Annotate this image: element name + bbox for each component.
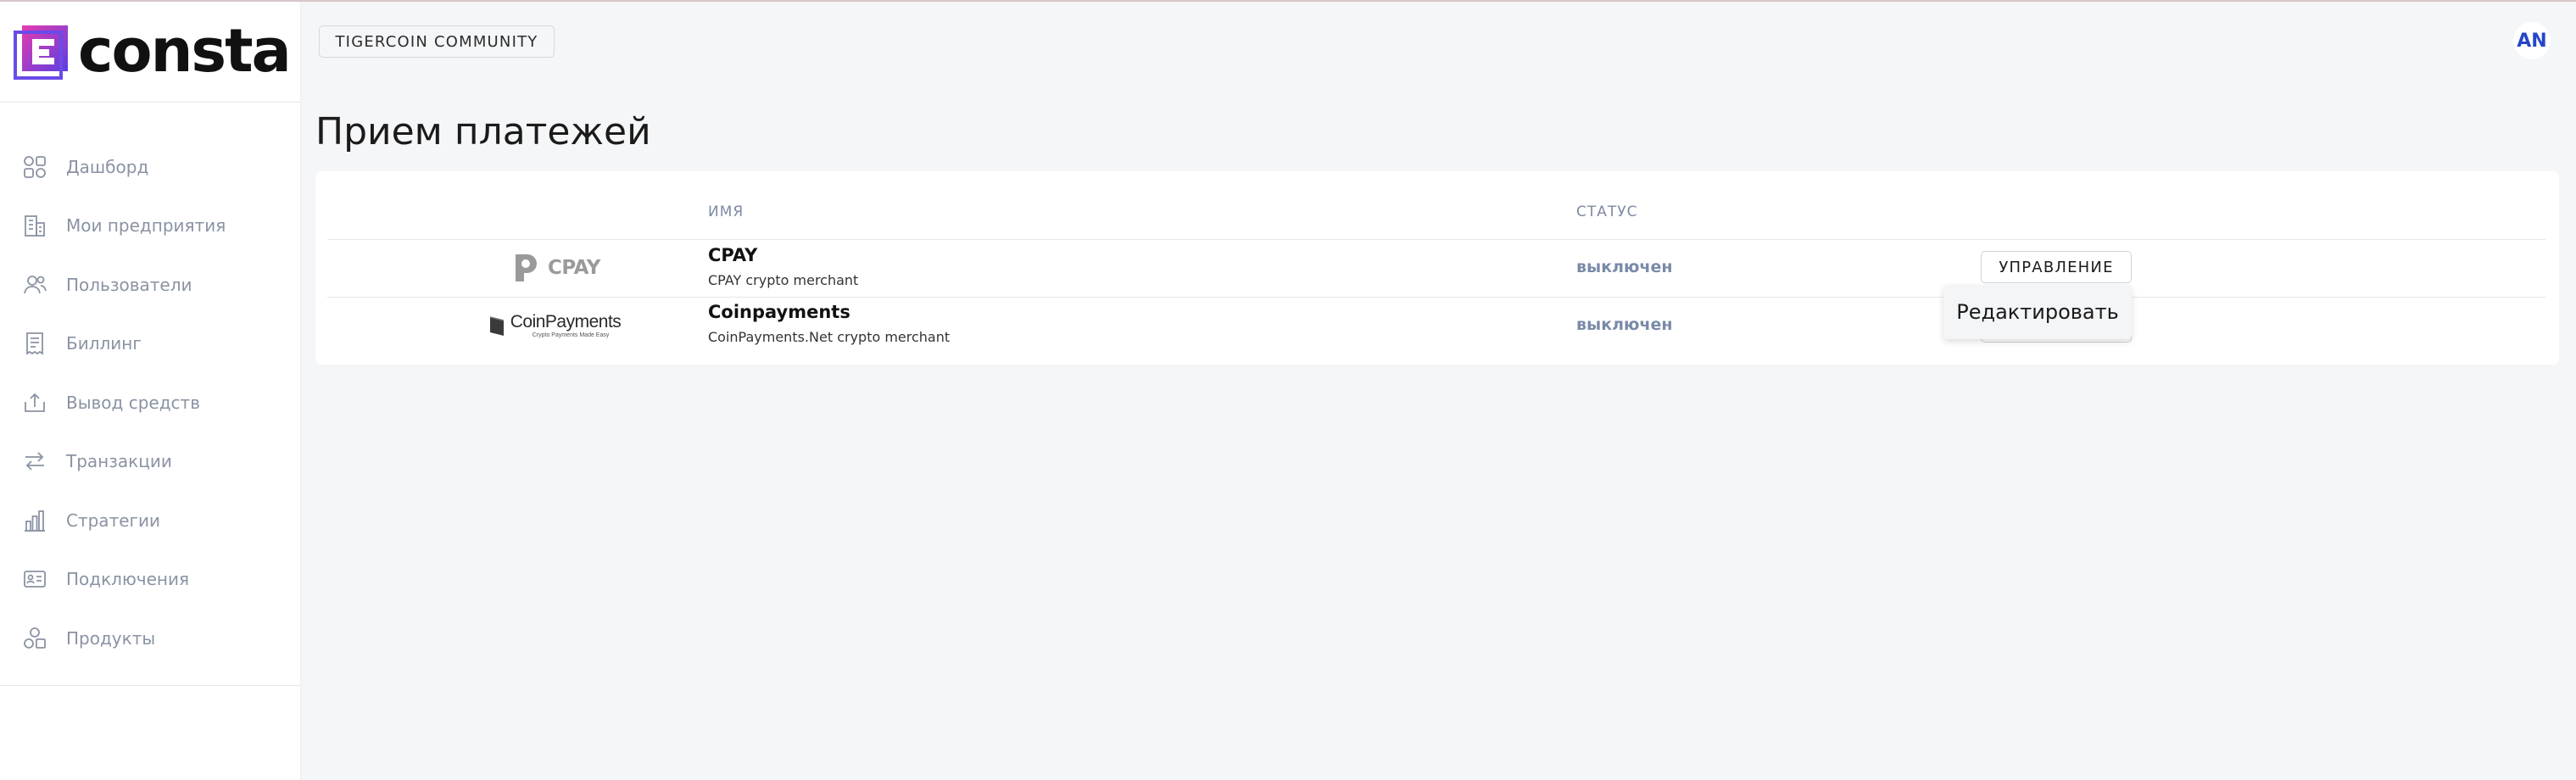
merchant-name: CPAY — [708, 245, 758, 265]
transfer-icon — [25, 452, 44, 471]
sidebar-item-transactions[interactable]: Транзакции — [0, 432, 300, 492]
status-badge: выключен — [1576, 258, 1673, 276]
merchant-name: Coinpayments — [708, 302, 850, 322]
buildings-icon — [25, 215, 45, 237]
products-icon — [24, 627, 46, 649]
sidebar-item-label: Биллинг — [66, 333, 142, 354]
sidebar-item-connections[interactable]: Подключения — [0, 550, 300, 610]
table-row[interactable]: CoinPayments Crypto Payments Made Easy C… — [315, 298, 2559, 355]
coinpayments-logo-icon — [489, 316, 504, 336]
sidebar-item-withdraw[interactable]: Вывод средств — [0, 373, 300, 432]
merchant-description: CoinPayments.Net crypto merchant — [708, 329, 951, 345]
sidebar-item-label: Дашборд — [66, 156, 149, 177]
sidebar-divider-bottom — [0, 685, 300, 686]
dashboard-icon — [24, 155, 46, 178]
coinpayments-logo-text: CoinPayments — [510, 311, 622, 332]
page-title: Прием платежей — [315, 110, 651, 153]
users-icon — [24, 275, 47, 293]
column-header-name: ИМЯ — [708, 203, 744, 220]
sidebar-divider-top — [0, 102, 300, 103]
sidebar-item-label: Продукты — [66, 627, 156, 649]
withdraw-icon — [25, 393, 45, 412]
coinpayments-logo-tagline: Crypto Payments Made Easy — [532, 332, 610, 338]
consta-logo-icon — [14, 25, 68, 80]
status-badge: выключен — [1576, 315, 1673, 334]
sidebar-item-label: Транзакции — [66, 451, 172, 472]
manage-button[interactable]: УПРАВЛЕНИЕ — [1981, 251, 2132, 283]
top-border — [0, 0, 2576, 2]
sidebar-item-label: Пользователи — [66, 274, 192, 295]
sidebar-nav: Дашборд Мои предприятия Пользователи Бил… — [0, 137, 300, 668]
brand-name: consta — [78, 16, 292, 86]
sidebar: consta Дашборд Мои предприятия Пользоват… — [0, 2, 301, 780]
sidebar-item-products[interactable]: Продукты — [0, 609, 300, 668]
column-header-status: СТАТУС — [1576, 203, 1638, 220]
sidebar-item-dashboard[interactable]: Дашборд — [0, 137, 300, 197]
sidebar-item-label: Мои предприятия — [66, 215, 226, 237]
id-card-icon — [24, 571, 46, 588]
cpay-logo-icon — [516, 254, 538, 281]
sidebar-item-label: Вывод средств — [66, 392, 200, 413]
workspace-button[interactable]: TIGERCOIN COMMUNITY — [319, 25, 555, 58]
sidebar-item-users[interactable]: Пользователи — [0, 255, 300, 315]
menu-item-edit[interactable]: Редактировать — [1956, 300, 2119, 324]
table-row[interactable]: CPAY CPAY CPAY crypto merchant выключен — [315, 240, 2559, 298]
manage-dropdown-menu: Редактировать — [1943, 285, 2132, 339]
sidebar-item-label: Подключения — [66, 569, 190, 590]
bar-chart-icon — [25, 510, 45, 532]
sidebar-item-companies[interactable]: Мои предприятия — [0, 197, 300, 256]
sidebar-item-billing[interactable]: Биллинг — [0, 315, 300, 374]
brand-logo[interactable]: consta — [14, 16, 292, 86]
coinpayments-logo: CoinPayments Crypto Payments Made Easy — [436, 304, 673, 347]
user-avatar[interactable]: AN — [2513, 22, 2551, 59]
payment-methods-table: ИМЯ СТАТУС CPAY CPAY CPAY crypto merchan… — [315, 171, 2559, 365]
sidebar-item-label: Стратегии — [66, 510, 161, 531]
cpay-logo-text: CPAY — [548, 257, 600, 279]
sidebar-item-strategies[interactable]: Стратегии — [0, 491, 300, 550]
merchant-description: CPAY crypto merchant — [708, 272, 859, 288]
receipt-icon — [26, 332, 43, 355]
cpay-logo: CPAY — [436, 247, 673, 289]
